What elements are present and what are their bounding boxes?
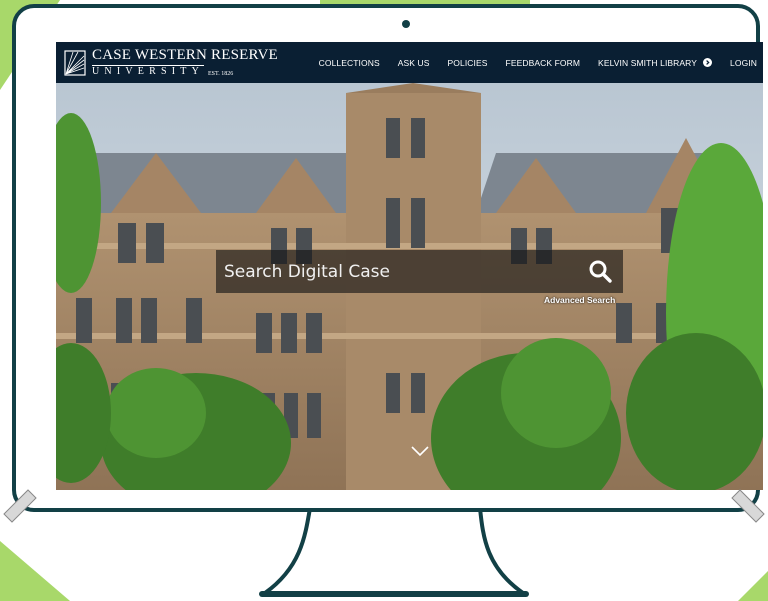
- decorative-corner-right: [731, 489, 765, 523]
- nav-feedback-form[interactable]: FEEDBACK FORM: [506, 58, 581, 68]
- camera-dot: [402, 20, 410, 28]
- nav-kelvin-smith-library[interactable]: KELVIN SMITH LIBRARY: [598, 58, 713, 68]
- logo-name: CASE WESTERN RESERVE: [92, 47, 278, 63]
- search-bar: [216, 250, 623, 293]
- nav-login[interactable]: LOGIN: [730, 58, 757, 68]
- logo-university: UNIVERSITY: [92, 65, 204, 77]
- nav-ask-us[interactable]: ASK US: [398, 58, 430, 68]
- advanced-search-link[interactable]: Advanced Search: [544, 295, 615, 305]
- monitor-stand: [259, 508, 529, 597]
- nav-policies[interactable]: POLICIES: [448, 58, 488, 68]
- top-navbar: CASE WESTERN RESERVE UNIVERSITY EST. 182…: [56, 42, 763, 83]
- logo-mark-icon: [64, 49, 86, 76]
- chevron-down-icon[interactable]: [410, 444, 430, 458]
- decorative-corner-left: [3, 489, 37, 523]
- nav-links: COLLECTIONS ASK US POLICIES FEEDBACK FOR…: [301, 58, 757, 68]
- decorative-triangle: [738, 571, 768, 601]
- search-input[interactable]: [216, 260, 587, 283]
- logo-est: EST. 1826: [208, 71, 234, 77]
- search-icon[interactable]: [587, 258, 615, 286]
- university-logo[interactable]: CASE WESTERN RESERVE UNIVERSITY EST. 182…: [64, 48, 278, 77]
- arrow-circle-right-icon: [703, 58, 713, 67]
- nav-collections[interactable]: COLLECTIONS: [319, 58, 380, 68]
- decorative-triangle: [0, 541, 70, 601]
- website-screen: CASE WESTERN RESERVE UNIVERSITY EST. 182…: [56, 42, 763, 490]
- monitor-frame: CASE WESTERN RESERVE UNIVERSITY EST. 182…: [12, 4, 763, 512]
